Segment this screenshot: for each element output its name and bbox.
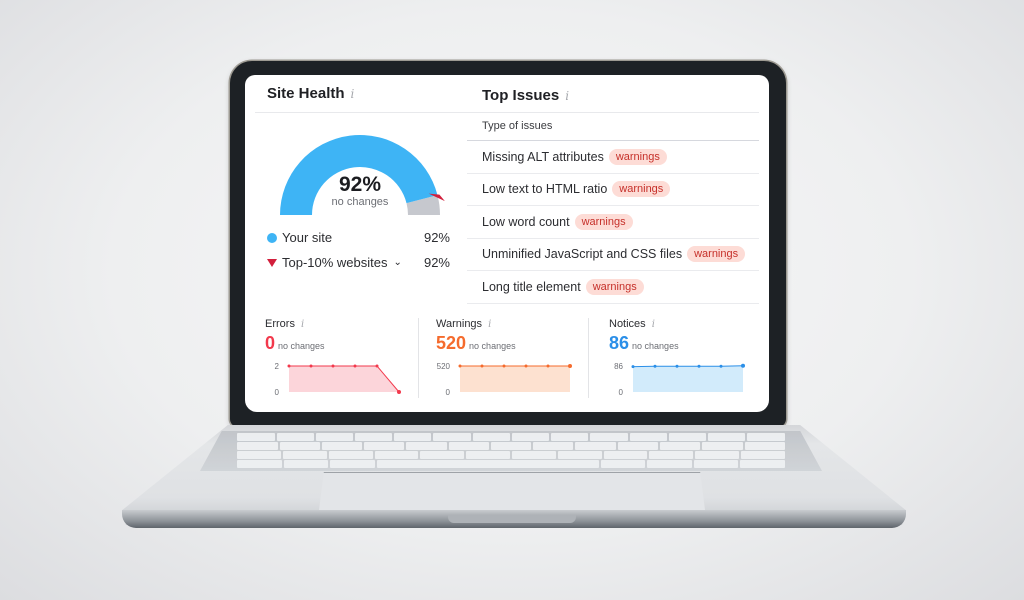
laptop-keyboard <box>200 431 822 471</box>
stat-value-row: 0 no changes <box>265 333 325 354</box>
chevron-down-icon[interactable]: ⌄ <box>394 257 402 268</box>
issue-label[interactable]: Low word count <box>482 215 570 229</box>
stat-value-row: 86 no changes <box>609 333 679 354</box>
triangle-down-icon <box>267 258 277 267</box>
stat-change: no changes <box>469 341 516 351</box>
site-health-title: Site Health i <box>267 85 354 102</box>
top-issues-title: Top Issues i <box>482 87 569 104</box>
sparkline-point[interactable] <box>741 363 745 368</box>
sparkline-point[interactable] <box>480 364 484 368</box>
sparkline-line <box>632 365 744 368</box>
warnings-badge: warnings <box>612 181 671 198</box>
sparkline-area <box>460 366 570 392</box>
warnings-stat[interactable]: Warnings i 520 no changes 520 0 <box>436 318 606 403</box>
dot-icon <box>267 232 277 243</box>
issue-label[interactable]: Long title element <box>482 280 581 294</box>
warnings-count[interactable]: 520 <box>436 333 466 353</box>
sparkline-area <box>633 365 743 392</box>
site-health-change: no changes <box>331 196 389 208</box>
info-icon[interactable]: i <box>301 319 304 330</box>
warnings-sparkline: 520 0 <box>437 362 572 397</box>
sparkline-point[interactable] <box>309 364 313 368</box>
issue-row[interactable]: Low word count warnings <box>467 206 759 239</box>
errors-count[interactable]: 0 <box>265 333 275 353</box>
sparkline-point[interactable] <box>631 365 635 369</box>
sparkline-point[interactable] <box>524 364 528 368</box>
info-icon[interactable]: i <box>565 89 569 103</box>
sparkline-point[interactable] <box>719 364 723 368</box>
stat-title-text: Errors <box>265 318 295 330</box>
dashboard-screen: Site Health i 92% no changes Your site 92… <box>245 75 769 412</box>
y-tick-min: 0 <box>446 388 451 397</box>
issues-list: Missing ALT attributes warnings Low text … <box>467 140 759 304</box>
legend-label: Your site <box>282 230 333 245</box>
stat-title: Warnings i <box>436 318 491 330</box>
sparkline-point[interactable] <box>546 364 550 368</box>
legend-value: 92% <box>423 255 450 270</box>
warnings-badge: warnings <box>608 148 667 165</box>
legend-top10[interactable]: Top-10% websites ⌄ 92% <box>267 255 450 270</box>
info-icon[interactable]: i <box>652 319 655 330</box>
sparkline-point[interactable] <box>353 364 357 368</box>
stat-value-row: 520 no changes <box>436 333 516 354</box>
issue-row[interactable]: Low text to HTML ratio warnings <box>467 174 759 206</box>
errors-sparkline: 20 <box>275 362 401 397</box>
stat-change: no changes <box>632 341 679 351</box>
site-health-score: 92% <box>338 173 382 196</box>
legend-your-site: Your site 92% <box>267 230 450 245</box>
sparkline-point[interactable] <box>287 364 291 368</box>
y-tick-min: 0 <box>275 388 280 397</box>
issue-label[interactable]: Low text to HTML ratio <box>482 182 607 196</box>
legend-value: 92% <box>423 230 450 245</box>
top-issues-title-text: Top Issues <box>482 87 560 104</box>
info-icon[interactable]: i <box>488 319 491 330</box>
notices-stat[interactable]: Notices i 86 no changes 86 0 <box>609 318 769 403</box>
notices-count[interactable]: 86 <box>609 333 629 353</box>
stat-title-text: Notices <box>609 318 646 330</box>
sparkline-point[interactable] <box>397 390 401 394</box>
sparkline-point[interactable] <box>675 364 679 368</box>
stat-title-text: Warnings <box>436 318 483 330</box>
warnings-badge: warnings <box>687 246 746 263</box>
errors-stat[interactable]: Errors i 0 no changes 20 <box>265 318 435 403</box>
notices-sparkline: 86 0 <box>614 362 745 397</box>
warnings-badge: warnings <box>574 213 633 230</box>
issue-label[interactable]: Missing ALT attributes <box>482 150 604 164</box>
stat-title: Notices i <box>609 318 655 330</box>
sparkline-area <box>289 366 399 392</box>
stat-change: no changes <box>278 341 325 351</box>
issue-row[interactable]: Missing ALT attributes warnings <box>467 141 759 174</box>
info-icon[interactable]: i <box>351 87 355 101</box>
y-tick-max: 86 <box>614 362 623 371</box>
warnings-badge: warnings <box>585 278 644 295</box>
issue-label[interactable]: Unminified JavaScript and CSS files <box>482 247 682 261</box>
site-health-title-text: Site Health <box>267 85 345 102</box>
laptop-notch <box>448 515 576 523</box>
y-tick-max: 2 <box>275 362 280 371</box>
issue-row[interactable]: Long title element warnings <box>467 271 759 304</box>
stat-title: Errors i <box>265 318 304 330</box>
sparkline-point[interactable] <box>653 364 657 368</box>
sparkline-point[interactable] <box>331 364 335 368</box>
sparkline-point[interactable] <box>697 364 701 368</box>
issue-row[interactable]: Unminified JavaScript and CSS files warni… <box>467 239 759 271</box>
y-tick-max: 520 <box>437 362 451 371</box>
sparkline-point[interactable] <box>458 364 462 368</box>
divider <box>467 112 759 113</box>
sparkline-point[interactable] <box>502 364 506 368</box>
y-tick-min: 0 <box>619 388 624 397</box>
sparkline-point[interactable] <box>568 364 572 368</box>
issues-column-header: Type of issues <box>482 120 553 132</box>
legend-label: Top-10% websites <box>282 255 388 270</box>
sparkline-point[interactable] <box>375 364 379 368</box>
divider <box>255 112 468 113</box>
